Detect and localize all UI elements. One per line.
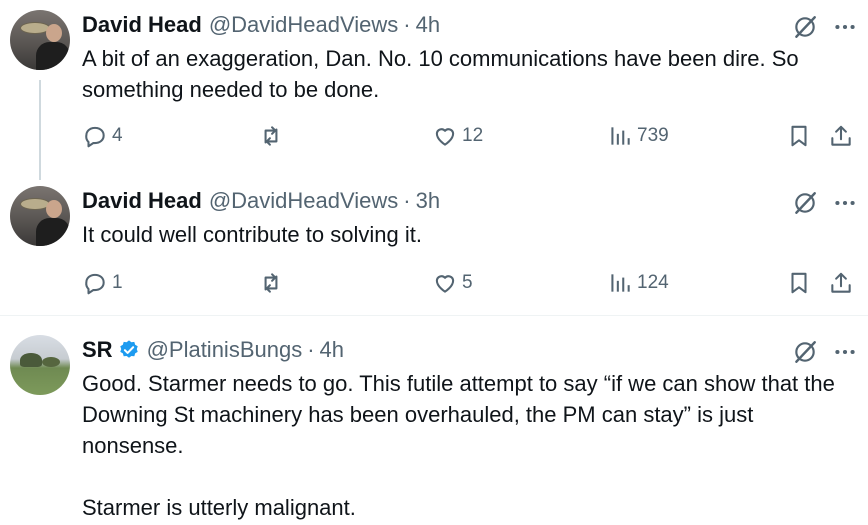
timestamp[interactable]: 3h xyxy=(416,188,440,214)
views-icon xyxy=(611,274,630,292)
more-icon[interactable] xyxy=(832,339,858,365)
avatar[interactable] xyxy=(10,335,70,395)
bookmark-icon xyxy=(791,125,807,147)
like-button[interactable]: 5 xyxy=(432,267,473,299)
reply-button[interactable]: 1 xyxy=(82,267,123,299)
tweet-reply[interactable]: David Head @DavidHeadViews · 3h It could… xyxy=(0,186,868,306)
share-icon xyxy=(831,272,851,293)
more-icon[interactable] xyxy=(832,14,858,40)
action-bar: 4 12 739 xyxy=(82,120,862,152)
views-count: 124 xyxy=(637,272,669,293)
repost-button[interactable] xyxy=(258,120,288,152)
grok-icon[interactable] xyxy=(792,14,818,40)
author-handle[interactable]: @DavidHeadViews xyxy=(209,12,398,38)
repost-icon xyxy=(264,126,278,146)
views-icon xyxy=(611,127,630,145)
timestamp[interactable]: 4h xyxy=(320,337,344,363)
tweet-text: Good. Starmer needs to go. This futile a… xyxy=(82,371,835,520)
like-icon xyxy=(435,128,455,146)
tweet-text: A bit of an exaggeration, Dan. No. 10 co… xyxy=(82,46,805,102)
share-button[interactable] xyxy=(828,120,854,152)
repost-icon xyxy=(264,273,278,293)
author-handle[interactable]: @DavidHeadViews xyxy=(209,188,398,214)
avatar[interactable] xyxy=(10,10,70,70)
tweet-divider xyxy=(0,315,868,316)
tweet-header: David Head @DavidHeadViews · 4h xyxy=(82,10,440,40)
tweet-reply[interactable]: SR @PlatinisBungs · 4h Good. Starmer nee… xyxy=(0,335,868,525)
views-count: 739 xyxy=(637,125,669,146)
reply-count: 4 xyxy=(112,125,123,146)
grok-icon[interactable] xyxy=(792,339,818,365)
like-icon xyxy=(435,275,455,293)
author-handle[interactable]: @PlatinisBungs xyxy=(147,337,303,363)
separator: · xyxy=(403,12,411,37)
bookmark-icon xyxy=(791,272,807,294)
share-button[interactable] xyxy=(828,267,854,299)
share-icon xyxy=(831,125,851,146)
views-button[interactable]: 124 xyxy=(607,267,669,299)
author-name[interactable]: SR xyxy=(82,337,113,363)
separator: · xyxy=(307,337,315,362)
like-count: 5 xyxy=(462,272,473,293)
reply-icon xyxy=(85,273,105,295)
reply-button[interactable]: 4 xyxy=(82,120,123,152)
bookmark-button[interactable] xyxy=(786,120,812,152)
views-button[interactable]: 739 xyxy=(607,120,669,152)
timestamp[interactable]: 4h xyxy=(416,12,440,38)
reply-count: 1 xyxy=(112,272,123,293)
reply-icon xyxy=(85,126,105,148)
like-count: 12 xyxy=(462,125,484,146)
action-bar: 1 5 124 xyxy=(82,267,862,299)
author-name[interactable]: David Head xyxy=(82,12,202,38)
repost-button[interactable] xyxy=(258,267,288,299)
more-icon[interactable] xyxy=(832,190,858,216)
tweet-header: SR @PlatinisBungs · 4h xyxy=(82,335,344,365)
tweet-reply[interactable]: David Head @DavidHeadViews · 4h A bit of… xyxy=(0,10,868,160)
grok-icon[interactable] xyxy=(792,190,818,216)
tweet-header: David Head @DavidHeadViews · 3h xyxy=(82,186,440,216)
like-button[interactable]: 12 xyxy=(432,120,483,152)
avatar[interactable] xyxy=(10,186,70,246)
tweet-text: It could well contribute to solving it. xyxy=(82,222,422,247)
bookmark-button[interactable] xyxy=(786,267,812,299)
author-name[interactable]: David Head xyxy=(82,188,202,214)
verified-badge-icon xyxy=(119,340,138,358)
separator: · xyxy=(403,188,411,213)
